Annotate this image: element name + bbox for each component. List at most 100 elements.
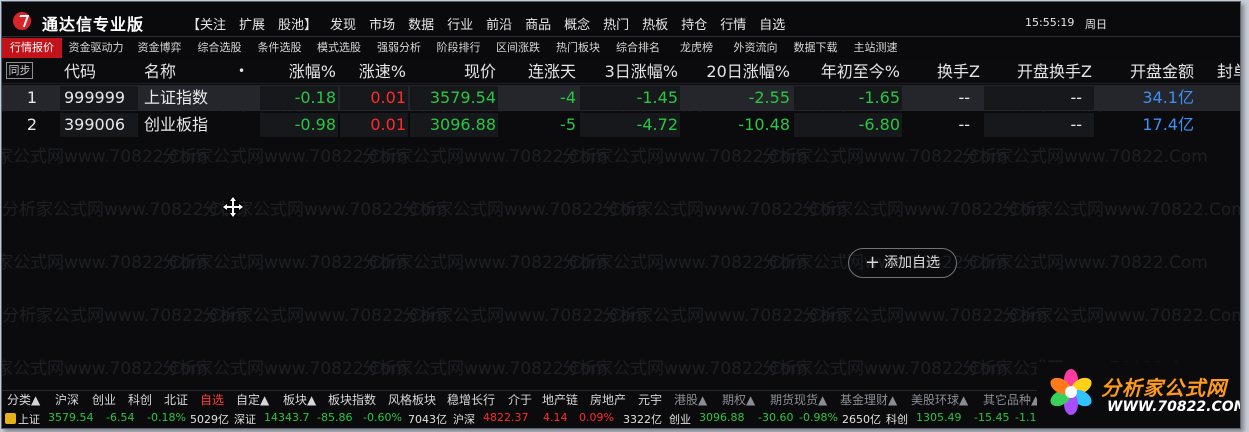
watermark-text: 分析家公式网www.70822.Com	[162, 253, 408, 273]
watermark-text: 分析家公式网www.70822.Com	[1002, 306, 1241, 326]
cell-price: 3579.54	[429, 88, 496, 107]
tab-foreign-flow[interactable]: 外资流向	[725, 38, 786, 58]
table-row[interactable]: 2 399006 创业板指 -0.98 0.01 3096.88 -5 -4.7…	[2, 112, 1240, 138]
col-3d-change[interactable]: 3日涨幅%	[580, 59, 678, 84]
menu-item-discover[interactable]: 发现	[330, 14, 356, 33]
status-cy-price: 3096.88	[699, 411, 745, 424]
menu-item-watchlist[interactable]: 自选	[759, 14, 785, 33]
col-open-turnover[interactable]: 开盘换手Z	[984, 59, 1092, 84]
watermark-text: 分析家公式网www.70822.Com	[1002, 200, 1241, 220]
menu-item-extend[interactable]: 扩展	[239, 14, 265, 33]
status-sz-amount: 7043亿	[408, 413, 447, 426]
btab-metaverse[interactable]: 元宇	[638, 391, 662, 409]
watermark-text: 分析家公式网www.70822.Com	[362, 147, 608, 167]
tab-combined-rank[interactable]: 综合排名	[608, 38, 668, 58]
status-sz-pct: -0.60%	[363, 411, 402, 424]
btab-property-chain[interactable]: 地产链	[542, 391, 578, 409]
status-hs-label: 沪深	[453, 413, 475, 426]
tdx-logo-icon	[13, 12, 31, 30]
btab-gem[interactable]: 创业	[92, 391, 116, 409]
cell-20d-change: -10.48	[738, 115, 790, 134]
col-rise-days[interactable]: 连涨天	[500, 59, 576, 84]
btab-options[interactable]: 期权▲	[722, 391, 755, 409]
brand-logo: 分析家公式网 WWW.70822.COM	[1037, 362, 1240, 428]
col-code[interactable]: 代码	[64, 59, 96, 84]
tab-strength-analysis[interactable]: 强弱分析	[369, 38, 429, 58]
col-ytd-change[interactable]: 年初至今%	[794, 59, 900, 84]
col-turnover[interactable]: 换手Z	[904, 59, 980, 84]
btab-star[interactable]: 科创	[128, 391, 152, 409]
btab-real-estate[interactable]: 房地产	[590, 391, 626, 409]
col-name[interactable]: 名称	[144, 59, 176, 84]
tab-hot-sector[interactable]: 热门板块	[548, 38, 608, 58]
cell-open-turnover: --	[1070, 88, 1082, 107]
menu-item-hot[interactable]: 热门	[603, 14, 629, 33]
tdx-window: 通达信专业版 【关注 扩展 股池】 发现 市场 数据 行业 前沿 商品 概念 热…	[1, 1, 1241, 429]
add-watchlist-label: 添加自选	[884, 255, 941, 271]
tab-fund-game[interactable]: 资金博弈	[130, 38, 189, 58]
tab-server-test[interactable]: 主站测速	[845, 38, 906, 58]
status-sz-price: 14343.7	[264, 411, 310, 424]
menu-item-commodity[interactable]: 商品	[525, 14, 551, 33]
btab-watchlist[interactable]: 自选	[200, 391, 224, 409]
top-menu: 【关注 扩展 股池】 发现 市场 数据 行业 前沿 商品 概念 热门 热板 持仓…	[187, 14, 798, 33]
tab-combined-pick[interactable]: 综合选股	[189, 38, 250, 58]
tab-condition-pick[interactable]: 条件选股	[250, 38, 309, 58]
watermark-text: 分析家公式网www.70822.Com	[802, 200, 1048, 220]
btab-other[interactable]: 其它品种▲	[983, 391, 1040, 409]
btab-sector-index[interactable]: 板块指数	[328, 391, 376, 409]
col-open-amount[interactable]: 开盘金额	[1096, 59, 1194, 84]
btab-between[interactable]: 介于	[508, 391, 532, 409]
status-kc-change: -15.45	[974, 411, 1010, 424]
tab-data-download[interactable]: 数据下载	[786, 38, 845, 58]
cell-change-pct: -0.18	[294, 88, 336, 107]
tab-fund-driver[interactable]: 资金驱动力	[62, 38, 130, 58]
watermark-text: 分析家公式网www.70822.Com	[202, 306, 448, 326]
btab-bse[interactable]: 北证	[164, 391, 188, 409]
plus-icon: +	[864, 252, 881, 273]
tab-dragon-tiger[interactable]: 龙虎榜	[668, 38, 725, 58]
col-change-pct[interactable]: 涨幅%	[262, 59, 336, 84]
menu-item-quotes[interactable]: 行情	[720, 14, 746, 33]
menu-item-holdings[interactable]: 持仓	[681, 14, 707, 33]
sync-button[interactable]: 同步	[6, 62, 33, 79]
menu-item-stock-pool[interactable]: 股池】	[278, 14, 317, 33]
watermark-text: 分析家公式网www.70822.Com	[962, 253, 1208, 273]
menu-item-market[interactable]: 市场	[369, 14, 395, 33]
watermark-text: 分析家公式网www.70822.Com	[962, 147, 1208, 167]
col-seal-order[interactable]: 封单	[1217, 59, 1240, 84]
btab-custom[interactable]: 自定▲	[236, 391, 269, 409]
btab-us-global[interactable]: 美股环球▲	[911, 391, 968, 409]
btab-futures[interactable]: 期货现货▲	[770, 391, 827, 409]
status-sh-price: 3579.54	[48, 411, 94, 424]
menu-item-frontier[interactable]: 前沿	[486, 14, 512, 33]
watermark-text: 分析家公式网www.70822.Com	[362, 253, 608, 273]
cell-name: 上证指数	[144, 88, 209, 107]
tab-pattern-pick[interactable]: 模式选股	[309, 38, 369, 58]
cell-ytd-change: -6.80	[858, 115, 900, 134]
btab-sector[interactable]: 板块▲	[283, 391, 316, 409]
tab-range-change[interactable]: 区间涨跌	[488, 38, 548, 58]
btab-steady-growth[interactable]: 稳增长行	[447, 391, 495, 409]
tab-stage-rank[interactable]: 阶段排行	[429, 38, 488, 58]
col-price[interactable]: 现价	[410, 59, 496, 84]
btab-category[interactable]: 分类▲	[7, 391, 40, 409]
status-sh-change: -6.54	[106, 411, 135, 424]
btab-funds[interactable]: 基金理财▲	[840, 391, 897, 409]
col-20d-change[interactable]: 20日涨幅%	[682, 59, 790, 84]
move-cursor-icon	[222, 196, 244, 218]
add-watchlist-button[interactable]: + 添加自选	[848, 248, 957, 278]
col-speed-pct[interactable]: 涨速%	[340, 59, 406, 84]
menu-item-concept[interactable]: 概念	[564, 14, 590, 33]
watermark-text: 分析家公式网www.70822.Com	[602, 200, 848, 220]
table-row[interactable]: 1 999999 上证指数 -0.18 0.01 3579.54 -4 -1.4…	[2, 85, 1240, 111]
menu-item-hot-board[interactable]: 热板	[642, 14, 668, 33]
menu-item-follow[interactable]: 【关注	[187, 14, 226, 33]
tab-quote[interactable]: 行情报价	[2, 38, 62, 58]
btab-hk[interactable]: 港股▲	[674, 391, 707, 409]
btab-hs[interactable]: 沪深	[55, 391, 79, 409]
menu-item-industry[interactable]: 行业	[447, 14, 473, 33]
btab-style-sector[interactable]: 风格板块	[388, 391, 436, 409]
menu-item-data[interactable]: 数据	[408, 14, 434, 33]
status-sz-label: 深证	[234, 413, 256, 426]
